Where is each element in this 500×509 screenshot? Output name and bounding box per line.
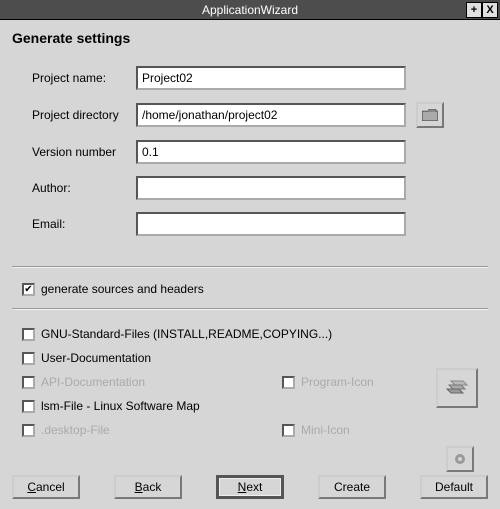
generate-sources-label: generate sources and headers (41, 282, 204, 296)
project-name-input[interactable] (136, 66, 406, 90)
project-directory-label: Project directory (32, 108, 136, 122)
separator (12, 308, 488, 310)
gear-icon (453, 452, 467, 466)
version-number-label: Version number (32, 145, 136, 159)
api-documentation-checkbox (22, 376, 35, 389)
desktop-file-checkbox (22, 424, 35, 437)
separator (12, 266, 488, 268)
back-button[interactable]: Back (114, 475, 182, 499)
maximize-button[interactable]: + (466, 2, 482, 18)
gnu-files-label: GNU-Standard-Files (INSTALL,README,COPYI… (41, 327, 332, 341)
lsm-file-label: lsm-File - Linux Software Map (41, 399, 200, 413)
email-input[interactable] (136, 212, 406, 236)
layers-icon (445, 377, 469, 399)
next-button[interactable]: Next (216, 475, 284, 499)
default-button[interactable]: Default (420, 475, 488, 499)
create-button[interactable]: Create (318, 475, 386, 499)
window-title: ApplicationWizard (202, 3, 298, 17)
project-directory-input[interactable] (136, 103, 406, 127)
close-button[interactable]: X (482, 2, 498, 18)
generate-sources-checkbox[interactable]: ✔ (22, 283, 35, 296)
browse-directory-button[interactable] (416, 102, 444, 128)
gnu-files-checkbox[interactable] (22, 328, 35, 341)
mini-icon-checkbox (282, 424, 295, 437)
folder-icon (422, 109, 438, 121)
mini-icon-label: Mini-Icon (301, 423, 350, 437)
mini-icon-preview-button[interactable] (446, 446, 474, 472)
email-label: Email: (32, 217, 136, 231)
program-icon-checkbox (282, 376, 295, 389)
program-icon-preview-button[interactable] (436, 368, 478, 408)
user-documentation-label: User-Documentation (41, 351, 151, 365)
user-documentation-checkbox[interactable] (22, 352, 35, 365)
page-title: Generate settings (12, 30, 488, 46)
author-input[interactable] (136, 176, 406, 200)
author-label: Author: (32, 181, 136, 195)
lsm-file-checkbox[interactable] (22, 400, 35, 413)
program-icon-label: Program-Icon (301, 375, 374, 389)
version-number-input[interactable] (136, 140, 406, 164)
cancel-button[interactable]: Cancel (12, 475, 80, 499)
api-documentation-label: API-Documentation (41, 375, 145, 389)
desktop-file-label: .desktop-File (41, 423, 110, 437)
title-bar: ApplicationWizard + X (0, 0, 500, 20)
project-name-label: Project name: (32, 71, 136, 85)
